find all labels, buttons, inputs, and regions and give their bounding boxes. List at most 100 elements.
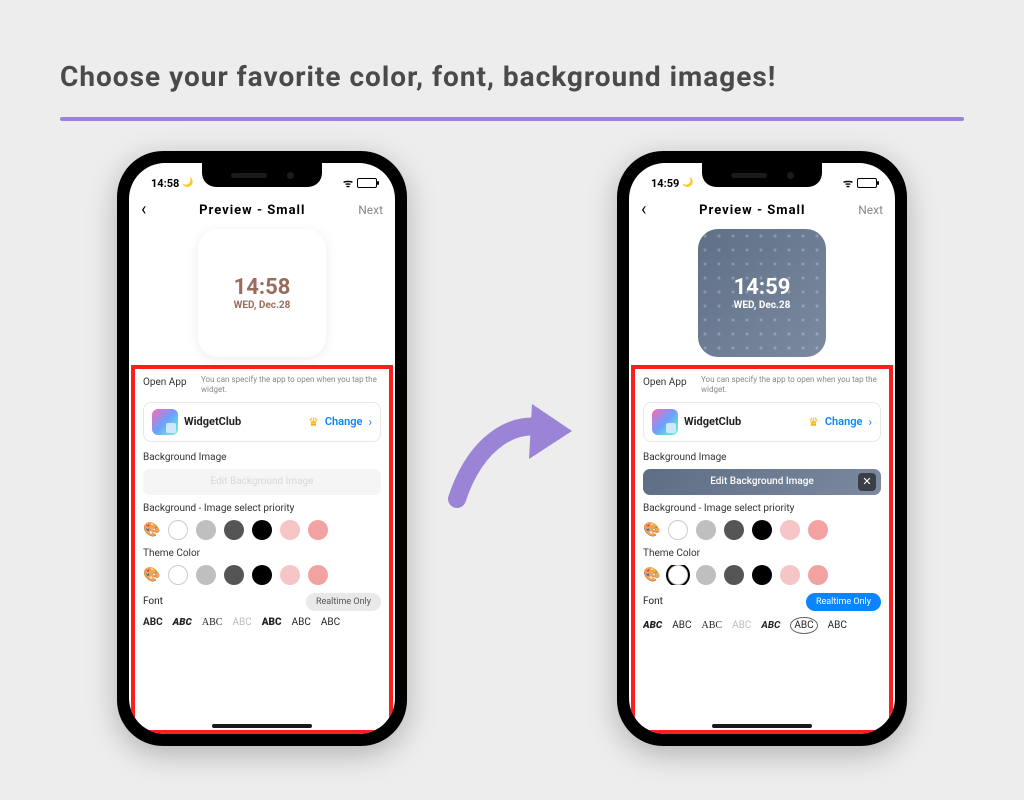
swatch[interactable] bbox=[308, 520, 328, 540]
edit-bg-text: Edit Background Image bbox=[710, 476, 814, 487]
realtime-pill[interactable]: Realtime Only bbox=[806, 593, 881, 611]
close-icon[interactable]: ✕ bbox=[858, 473, 876, 491]
swatch[interactable] bbox=[168, 565, 188, 585]
heading-underline bbox=[60, 117, 964, 121]
font-sample[interactable]: ABC bbox=[828, 620, 847, 631]
swatch[interactable] bbox=[752, 520, 772, 540]
widget-preview: 14:59 WED, Dec.28 bbox=[698, 229, 826, 357]
widget-date: WED, Dec.28 bbox=[234, 300, 291, 311]
app-card[interactable]: WidgetClub ♛ Change › bbox=[143, 402, 381, 442]
bg-swatch-row: 🎨 bbox=[643, 520, 881, 540]
phone-left: 14:58 🌙 ᯤ ‹ Preview - Small Next 14:58 bbox=[117, 151, 407, 746]
bg-priority-label: Background - Image select priority bbox=[143, 503, 381, 514]
open-app-hint: You can specify the app to open when you… bbox=[701, 375, 881, 396]
font-sample[interactable]: ABC bbox=[761, 620, 780, 631]
edit-bg-text: Edit Background Image bbox=[211, 476, 314, 487]
palette-icon[interactable]: 🎨 bbox=[143, 522, 160, 538]
status-time: 14:59 bbox=[651, 177, 679, 190]
open-app-label: Open App bbox=[143, 375, 195, 388]
phone-right: 14:59 🌙 ᯤ ‹ Preview - Small Next 14:59 bbox=[617, 151, 907, 746]
swatch[interactable] bbox=[696, 520, 716, 540]
font-sample[interactable]: ABC bbox=[202, 617, 223, 628]
swatch[interactable] bbox=[808, 520, 828, 540]
realtime-pill[interactable]: Realtime Only bbox=[306, 593, 381, 611]
swatch[interactable] bbox=[168, 520, 188, 540]
font-sample[interactable]: ABC bbox=[702, 620, 723, 631]
open-app-hint: You can specify the app to open when you… bbox=[201, 375, 381, 396]
theme-color-label: Theme Color bbox=[643, 548, 881, 559]
nav-title: Preview - Small bbox=[699, 203, 805, 218]
swatch[interactable] bbox=[780, 520, 800, 540]
swatch[interactable] bbox=[196, 520, 216, 540]
widget-time: 14:59 bbox=[734, 275, 791, 300]
font-sample-selected[interactable]: ABC bbox=[790, 617, 817, 634]
widget-preview: 14:58 WED, Dec.28 bbox=[198, 229, 326, 357]
font-sample[interactable]: ABC bbox=[292, 617, 311, 628]
wifi-icon: ᯤ bbox=[843, 176, 853, 191]
bg-image-label: Background Image bbox=[643, 452, 881, 463]
home-indicator bbox=[712, 724, 812, 728]
font-sample[interactable]: ABC bbox=[732, 620, 751, 631]
app-card[interactable]: WidgetClub ♛ Change › bbox=[643, 402, 881, 442]
font-sample[interactable]: ABC bbox=[672, 620, 691, 631]
dnd-moon-icon: 🌙 bbox=[682, 178, 693, 188]
font-sample[interactable]: ABC bbox=[643, 620, 662, 631]
edit-background-button[interactable]: Edit Background Image bbox=[143, 469, 381, 495]
wifi-icon: ᯤ bbox=[343, 176, 353, 191]
chevron-right-icon: › bbox=[368, 415, 372, 429]
theme-swatch-row: 🎨 bbox=[643, 565, 881, 585]
swatch[interactable] bbox=[224, 565, 244, 585]
crown-icon: ♛ bbox=[808, 415, 819, 429]
font-sample[interactable]: ABC bbox=[143, 617, 163, 628]
swatch[interactable] bbox=[280, 565, 300, 585]
next-button[interactable]: Next bbox=[858, 203, 883, 217]
bg-image-label: Background Image bbox=[143, 452, 381, 463]
swatch[interactable] bbox=[808, 565, 828, 585]
font-sample-row: ABC ABC ABC ABC ABC ABC ABC bbox=[643, 617, 881, 634]
chevron-right-icon: › bbox=[868, 415, 872, 429]
change-link[interactable]: Change bbox=[325, 415, 363, 428]
font-label: Font bbox=[143, 596, 163, 607]
swatch[interactable] bbox=[696, 565, 716, 585]
swatch[interactable] bbox=[724, 520, 744, 540]
swatch[interactable] bbox=[224, 520, 244, 540]
edit-background-button[interactable]: Edit Background Image ✕ bbox=[643, 469, 881, 495]
battery-icon bbox=[357, 178, 377, 188]
palette-icon[interactable]: 🎨 bbox=[143, 567, 160, 583]
font-sample[interactable]: ABC bbox=[321, 617, 340, 628]
app-icon bbox=[652, 409, 678, 435]
change-link[interactable]: Change bbox=[825, 415, 863, 428]
palette-icon[interactable]: 🎨 bbox=[643, 567, 660, 583]
font-sample[interactable]: ABC bbox=[232, 617, 251, 628]
swatch[interactable] bbox=[308, 565, 328, 585]
page-heading: Choose your favorite color, font, backgr… bbox=[60, 60, 964, 93]
bg-priority-label: Background - Image select priority bbox=[643, 503, 881, 514]
swatch[interactable] bbox=[780, 565, 800, 585]
battery-icon bbox=[857, 178, 877, 188]
app-icon bbox=[152, 409, 178, 435]
swatch[interactable] bbox=[668, 520, 688, 540]
swatch[interactable] bbox=[252, 520, 272, 540]
app-name: WidgetClub bbox=[184, 415, 302, 428]
back-button[interactable]: ‹ bbox=[141, 201, 146, 219]
next-button[interactable]: Next bbox=[358, 203, 383, 217]
palette-icon[interactable]: 🎨 bbox=[643, 522, 660, 538]
home-indicator bbox=[212, 724, 312, 728]
font-sample[interactable]: ABC bbox=[173, 617, 192, 628]
nav-title: Preview - Small bbox=[199, 203, 305, 218]
swatch[interactable] bbox=[196, 565, 216, 585]
swatch[interactable] bbox=[752, 565, 772, 585]
font-sample-row: ABC ABC ABC ABC ABC ABC ABC bbox=[143, 617, 381, 628]
back-button[interactable]: ‹ bbox=[641, 201, 646, 219]
swatch[interactable] bbox=[252, 565, 272, 585]
widget-date: WED, Dec.28 bbox=[734, 300, 791, 311]
font-label: Font bbox=[643, 596, 663, 607]
swatch[interactable] bbox=[724, 565, 744, 585]
crown-icon: ♛ bbox=[308, 415, 319, 429]
app-name: WidgetClub bbox=[684, 415, 802, 428]
settings-panel: Open App You can specify the app to open… bbox=[631, 365, 893, 734]
notch bbox=[202, 163, 322, 187]
font-sample[interactable]: ABC bbox=[262, 617, 282, 628]
swatch-selected[interactable] bbox=[668, 565, 688, 585]
swatch[interactable] bbox=[280, 520, 300, 540]
